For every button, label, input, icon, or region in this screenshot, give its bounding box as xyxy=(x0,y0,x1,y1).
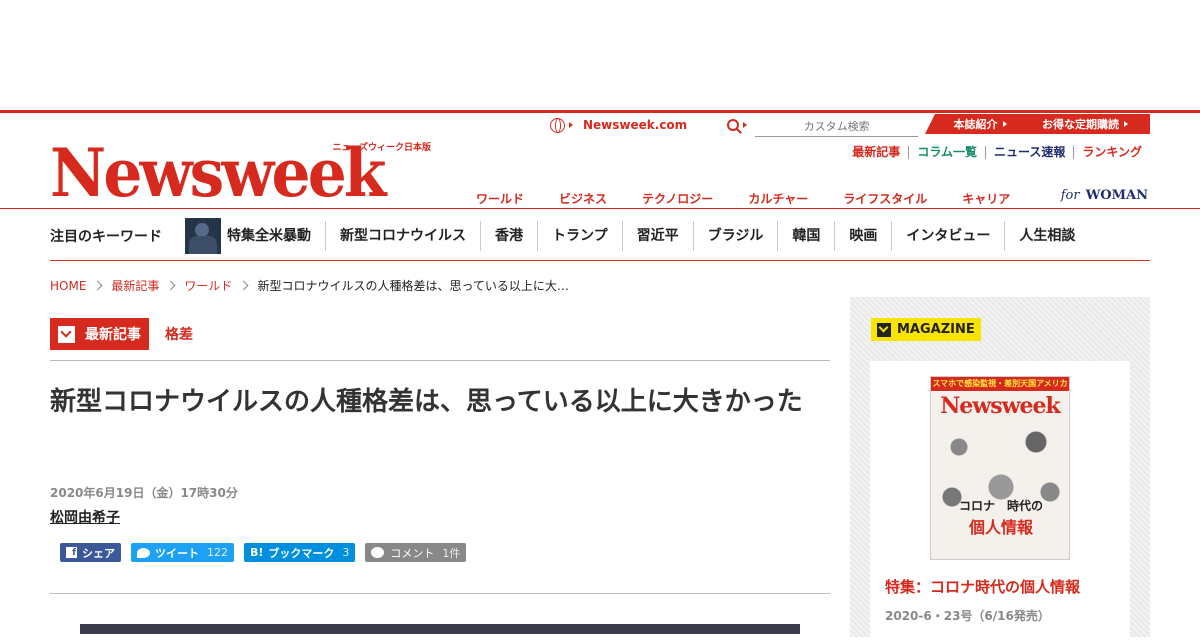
keyword-item[interactable]: 香港 xyxy=(480,221,537,251)
subscribe-label: お得な定期購読 xyxy=(1042,118,1119,131)
divider xyxy=(50,593,830,594)
hatena-bookmark-icon: B! xyxy=(250,546,264,559)
keyword-bar-title: 注目のキーワード xyxy=(50,229,162,245)
utility-bar: Newsweek.com xyxy=(550,113,919,137)
nav-culture[interactable]: カルチャー xyxy=(748,190,808,207)
tweet-label: ツイート xyxy=(155,546,199,560)
search-input[interactable] xyxy=(755,117,919,137)
cover-logo: Newsweek xyxy=(940,393,1061,419)
caret-right-icon xyxy=(1002,121,1007,127)
breadcrumb-home[interactable]: HOME xyxy=(50,279,86,293)
cover-banner: スマホで感染監視・差別天国アメリカ xyxy=(931,377,1069,391)
keyword-item[interactable]: 特集全米暴動 xyxy=(227,221,325,251)
bookmark-count: 3 xyxy=(342,546,350,559)
keyword-item[interactable]: 韓国 xyxy=(777,221,834,251)
article-tag[interactable]: 格差 xyxy=(165,324,193,344)
logo-wordmark: Newsweek xyxy=(50,134,386,212)
keyword-item[interactable]: 新型コロナウイルス xyxy=(325,221,480,251)
subscribe-button[interactable]: お得な定期購読 xyxy=(1020,114,1150,134)
nav-lifestyle[interactable]: ライフスタイル xyxy=(843,190,927,207)
speech-bubble-icon xyxy=(371,547,385,558)
magazine-badge-label: MAGAZINE xyxy=(897,322,975,337)
keyword-item[interactable]: トランプ xyxy=(537,221,622,251)
subnav-latest[interactable]: 最新記事 xyxy=(844,146,908,159)
breadcrumb: HOME 最新記事 ワールド 新型コロナウイルスの人種格差は、思っている以上に大… xyxy=(50,277,569,294)
facebook-icon: f xyxy=(66,547,77,558)
twitter-bird-icon xyxy=(137,547,150,558)
newsweek-com-link[interactable]: Newsweek.com xyxy=(583,118,687,132)
social-buttons: f シェア ツイート 122 B! ブックマーク 3 コメント 1件 xyxy=(60,543,476,562)
sub-navigation: 最新記事 コラム一覧 ニュース速報 ランキング xyxy=(844,146,1150,159)
main-navigation: ワールド ビジネス テクノロジー カルチャー ライフスタイル キャリア xyxy=(476,190,1045,207)
category-badge[interactable]: 最新記事 xyxy=(50,318,149,350)
keyword-item[interactable]: インタビュー xyxy=(891,221,1004,251)
comment-button[interactable]: コメント 1件 xyxy=(365,543,467,562)
comment-label: コメント xyxy=(390,546,435,560)
for-woman-label: WOMAN xyxy=(1085,188,1148,203)
magazine-issue: 2020-6・23号（6/16発売） xyxy=(885,609,1050,623)
breadcrumb-current: 新型コロナウイルスの人種格差は、思っている以上に大… xyxy=(257,279,569,293)
for-woman-prefix: for xyxy=(1060,188,1080,203)
nav-technology[interactable]: テクノロジー xyxy=(642,190,713,207)
hatena-bookmark-button[interactable]: B! ブックマーク 3 xyxy=(244,543,356,562)
article-category: 最新記事 格差 xyxy=(50,318,193,350)
breadcrumb-world[interactable]: ワールド xyxy=(184,277,232,294)
comment-count: 1件 xyxy=(442,546,461,560)
nav-business[interactable]: ビジネス xyxy=(559,190,607,207)
caret-right-icon xyxy=(1124,121,1128,127)
magazine-feature-title[interactable]: 特集：コロナ時代の個人情報 xyxy=(885,576,1080,597)
magazine-badge: MAGAZINE xyxy=(871,318,981,341)
keyword-bar: 注目のキーワード 特集全米暴動 新型コロナウイルス 香港 トランプ 習近平 ブラ… xyxy=(50,212,1150,261)
ad-space xyxy=(0,0,1200,110)
facebook-share-button[interactable]: f シェア xyxy=(60,543,121,562)
magazine-sidebar: MAGAZINE スマホで感染監視・差別天国アメリカ Newsweek コロナ … xyxy=(850,297,1150,641)
magazine-cover-image[interactable]: スマホで感染監視・差別天国アメリカ Newsweek コロナ 時代の 個人情報 xyxy=(930,376,1070,560)
chevron-right-icon xyxy=(165,280,176,291)
keyword-thumbnail[interactable] xyxy=(185,218,221,254)
chevron-right-icon xyxy=(238,280,249,291)
breadcrumb-latest[interactable]: 最新記事 xyxy=(111,277,159,294)
chevron-right-icon xyxy=(92,280,103,291)
nav-career[interactable]: キャリア xyxy=(962,190,1010,207)
share-label: シェア xyxy=(82,546,115,560)
article-title: 新型コロナウイルスの人種格差は、思っている以上に大きかった xyxy=(50,387,803,417)
about-magazine-button[interactable]: 本誌紹介 xyxy=(925,114,1035,134)
tweet-button[interactable]: ツイート 122 xyxy=(131,543,234,562)
search-icon[interactable] xyxy=(727,119,740,131)
category-label: 最新記事 xyxy=(85,327,141,343)
subnav-ranking[interactable]: ランキング xyxy=(1073,146,1150,159)
tweet-count: 122 xyxy=(207,546,228,559)
newsweek-logo[interactable]: ニューズウィーク日本版 Newsweek xyxy=(50,134,435,212)
cover-headline-line1: コロナ 時代の xyxy=(958,499,1043,513)
nav-world[interactable]: ワールド xyxy=(476,190,524,207)
keyword-item[interactable]: 人生相談 xyxy=(1004,221,1089,251)
article-author[interactable]: 松岡由希子 xyxy=(50,507,120,527)
subnav-breaking-news[interactable]: ニュース速報 xyxy=(984,146,1073,159)
check-icon xyxy=(58,325,75,343)
about-magazine-label: 本誌紹介 xyxy=(953,118,998,131)
bookmark-label: ブックマーク xyxy=(268,546,335,560)
keyword-item[interactable]: 習近平 xyxy=(621,221,693,251)
cover-headline-line2: 個人情報 xyxy=(968,518,1033,537)
for-woman-link[interactable]: for WOMAN xyxy=(1061,188,1148,203)
check-icon xyxy=(877,322,891,337)
caret-right-icon xyxy=(569,122,573,128)
site-header: ニューズウィーク日本版 Newsweek Newsweek.com 本誌紹介 お… xyxy=(0,113,1200,209)
keyword-item[interactable]: ブラジル xyxy=(692,221,778,251)
keyword-item[interactable]: 映画 xyxy=(834,221,891,251)
article-date: 2020年6月19日（金）17時30分 xyxy=(50,486,238,500)
article-hero-image xyxy=(80,624,800,634)
magazine-card: スマホで感染監視・差別天国アメリカ Newsweek コロナ 時代の 個人情報 … xyxy=(870,361,1130,641)
subnav-columns[interactable]: コラム一覧 xyxy=(908,146,985,159)
divider xyxy=(50,360,830,361)
caret-right-icon xyxy=(743,122,748,128)
globe-icon xyxy=(550,117,565,133)
